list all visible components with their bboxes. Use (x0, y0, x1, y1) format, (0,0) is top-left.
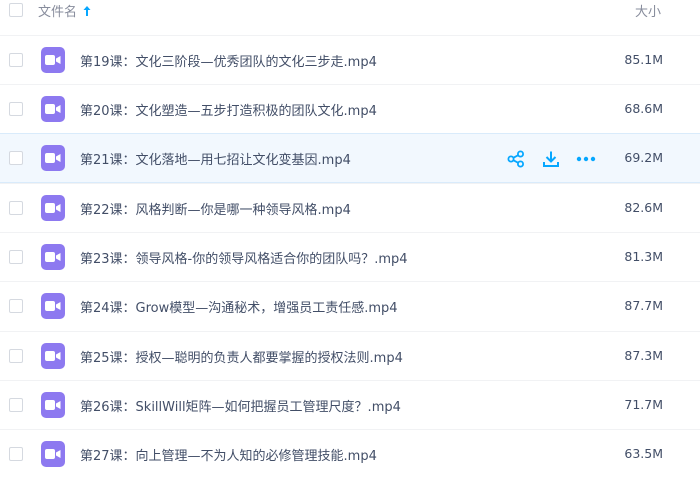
file-name[interactable]: 第20课：文化塑造—五步打造积极的团队文化.mp4 (80, 100, 377, 119)
file-size: 63.5M (624, 446, 663, 461)
file-size: 81.3M (624, 249, 663, 264)
file-name[interactable]: 第25课：授权—聪明的负责人都要掌握的授权法则.mp4 (80, 347, 403, 366)
file-row[interactable]: 第25课：授权—聪明的负责人都要掌握的授权法则.mp4 87.3M (0, 331, 700, 380)
row-checkbox[interactable] (9, 398, 23, 412)
select-all-checkbox[interactable] (9, 3, 23, 17)
file-list: 文件名 大小 第19课：文化三阶段—优秀团队的文化三步走.mp4 85.1M 第… (0, 0, 700, 478)
file-name[interactable]: 第27课：向上管理—不为人知的必修管理技能.mp4 (80, 445, 377, 464)
sort-ascending-icon (82, 5, 92, 17)
video-file-icon (41, 96, 65, 122)
more-icon[interactable] (575, 148, 597, 170)
name-column-label: 文件名 (38, 5, 78, 20)
file-row-hovered[interactable]: 第21课：文化落地—用七招让文化变基因.mp4 69.2M (0, 133, 700, 183)
row-checkbox[interactable] (9, 102, 23, 116)
file-row[interactable]: 第20课：文化塑造—五步打造积极的团队文化.mp4 68.6M (0, 84, 700, 133)
file-size: 87.7M (624, 298, 663, 313)
row-checkbox[interactable] (9, 151, 23, 165)
file-size: 68.6M (624, 101, 663, 116)
video-file-icon (41, 195, 65, 221)
row-checkbox[interactable] (9, 250, 23, 264)
row-checkbox[interactable] (9, 447, 23, 461)
download-icon[interactable] (540, 148, 562, 170)
name-column-header[interactable]: 文件名 (38, 1, 92, 20)
row-checkbox[interactable] (9, 53, 23, 67)
file-name[interactable]: 第26课：SkillWill矩阵—如何把握员工管理尺度？.mp4 (80, 396, 401, 415)
list-header: 文件名 大小 (0, 0, 700, 26)
file-size: 87.3M (624, 348, 663, 363)
video-file-icon (41, 244, 65, 270)
file-row[interactable]: 第23课：领导风格-你的领导风格适合你的团队吗？.mp4 81.3M (0, 232, 700, 281)
size-column-header[interactable]: 大小 (635, 1, 661, 20)
file-name[interactable]: 第24课：Grow模型—沟通秘术，增强员工责任感.mp4 (80, 297, 398, 316)
file-size: 69.2M (624, 150, 663, 165)
video-file-icon (41, 441, 65, 467)
row-checkbox[interactable] (9, 349, 23, 363)
file-row[interactable]: 第24课：Grow模型—沟通秘术，增强员工责任感.mp4 87.7M (0, 281, 700, 330)
video-file-icon (41, 145, 65, 171)
file-size: 85.1M (624, 52, 663, 67)
row-checkbox[interactable] (9, 299, 23, 313)
file-name[interactable]: 第19课：文化三阶段—优秀团队的文化三步走.mp4 (80, 51, 377, 70)
file-row[interactable]: 第19课：文化三阶段—优秀团队的文化三步走.mp4 85.1M (0, 35, 700, 84)
video-file-icon (41, 343, 65, 369)
file-name[interactable]: 第23课：领导风格-你的领导风格适合你的团队吗？.mp4 (80, 248, 408, 267)
file-name[interactable]: 第22课：风格判断—你是哪一种领导风格.mp4 (80, 199, 351, 218)
share-icon[interactable] (505, 148, 527, 170)
row-actions (505, 148, 610, 170)
file-row[interactable]: 第26课：SkillWill矩阵—如何把握员工管理尺度？.mp4 71.7M (0, 380, 700, 429)
row-checkbox[interactable] (9, 201, 23, 215)
video-file-icon (41, 47, 65, 73)
file-row[interactable]: 第27课：向上管理—不为人知的必修管理技能.mp4 63.5M (0, 429, 700, 478)
file-name[interactable]: 第21课：文化落地—用七招让文化变基因.mp4 (80, 149, 351, 168)
file-size: 71.7M (624, 397, 663, 412)
file-size: 82.6M (624, 200, 663, 215)
video-file-icon (41, 392, 65, 418)
video-file-icon (41, 293, 65, 319)
file-row[interactable]: 第22课：风格判断—你是哪一种领导风格.mp4 82.6M (0, 183, 700, 232)
